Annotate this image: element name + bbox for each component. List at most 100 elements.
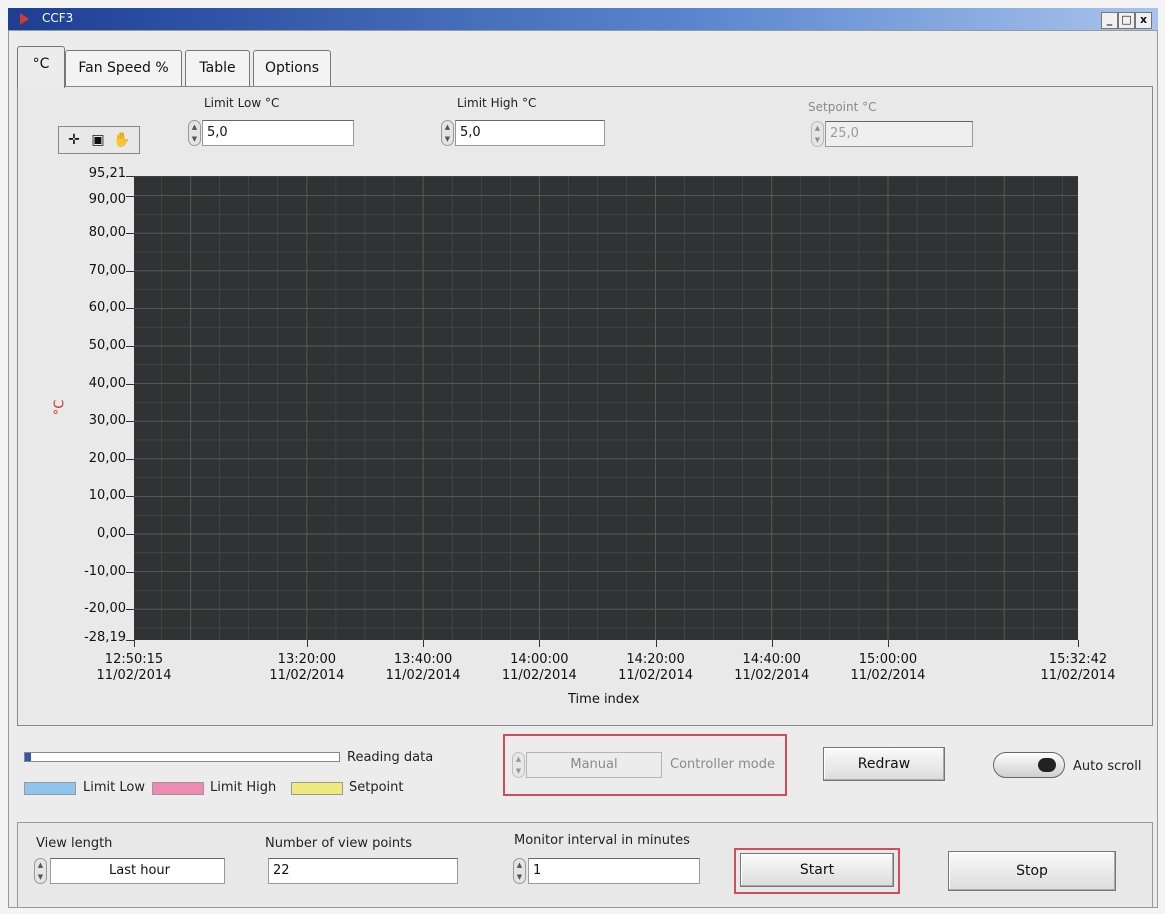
minimize-button[interactable]: _ [1101, 12, 1118, 29]
y-tick-mark [126, 383, 134, 385]
controller-mode-label: Controller mode [670, 757, 775, 772]
y-tick-label: 40,00 [88, 375, 126, 391]
view-length-select[interactable]: Last hour [50, 858, 225, 884]
redraw-button[interactable]: Redraw [823, 747, 945, 781]
y-tick-label: 20,00 [88, 450, 126, 466]
x-tick-label: 15:00:00 11/02/2014 [843, 652, 933, 684]
y-tick-mark [126, 195, 134, 197]
tab-table[interactable]: Table [185, 50, 250, 86]
x-tick-date: 11/02/2014 [385, 668, 461, 683]
window-title: CCF3 [42, 11, 74, 25]
x-tick-date: 11/02/2014 [269, 668, 345, 683]
x-tick-time: 12:50:15 [104, 652, 164, 667]
legend-setpoint-label: Setpoint [349, 780, 404, 795]
limit-high-input[interactable]: 5,0 [455, 120, 605, 146]
x-tick-mark [655, 640, 657, 647]
tab-options[interactable]: Options [253, 50, 331, 86]
x-tick-date: 11/02/2014 [501, 668, 577, 683]
x-tick-mark [423, 640, 425, 647]
monitor-interval-spinner[interactable]: ▲ ▼ [513, 858, 526, 884]
crosshair-icon[interactable]: ✛ [64, 130, 84, 150]
view-points-label: Number of view points [265, 836, 413, 851]
auto-scroll-label: Auto scroll [1073, 759, 1142, 774]
y-tick-mark [126, 571, 134, 573]
y-tick-label: 30,00 [88, 413, 126, 429]
y-tick-mark [126, 496, 134, 498]
progress-fill [25, 753, 32, 761]
legend-setpoint-swatch [291, 782, 343, 795]
y-tick-mark [126, 176, 134, 177]
x-tick-date: 11/02/2014 [850, 668, 926, 683]
zoom-icon[interactable]: ▣ [88, 130, 108, 150]
y-tick-mark [126, 609, 134, 611]
limit-low-label: Limit Low °C [204, 96, 280, 110]
view-points-input[interactable]: 22 [268, 858, 458, 884]
chart-grid [134, 176, 1078, 640]
setpoint-input[interactable]: 25,0 [825, 121, 973, 147]
tab-fan-speed[interactable]: Fan Speed % [65, 50, 182, 86]
maximize-button[interactable]: □ [1118, 12, 1135, 29]
y-tick-label: 0,00 [97, 526, 126, 541]
pan-hand-icon[interactable]: ✋ [112, 130, 132, 150]
monitor-interval-label: Monitor interval in minutes [514, 833, 690, 848]
y-tick-mark [126, 458, 134, 460]
x-tick-time: 14:40:00 [742, 652, 801, 667]
x-tick-date: 11/02/2014 [96, 668, 172, 683]
y-tick-mark [126, 640, 134, 641]
setpoint-label: Setpoint °C [808, 100, 877, 114]
app-icon [20, 13, 29, 25]
y-tick-label: -10,00 [84, 563, 126, 579]
y-tick-mark [126, 233, 134, 235]
view-length-spinner[interactable]: ▲ ▼ [34, 858, 47, 884]
x-tick-label: 12:50:15 11/02/2014 [89, 652, 179, 684]
y-tick-mark [126, 308, 134, 310]
chart-plot-area [134, 176, 1078, 640]
setpoint-spinner[interactable]: ▲ ▼ [811, 121, 824, 147]
reading-progress-bar [24, 752, 340, 762]
x-tick-mark [539, 640, 541, 647]
x-tick-mark [771, 640, 773, 647]
stop-button[interactable]: Stop [948, 851, 1116, 891]
y-tick-mark [126, 345, 134, 347]
x-tick-time: 15:32:42 [1048, 652, 1108, 667]
limit-low-input[interactable]: 5,0 [202, 120, 354, 146]
start-button[interactable]: Start [740, 853, 894, 887]
view-length-label: View length [36, 836, 113, 851]
y-tick-mark [126, 421, 134, 423]
y-tick-label: 70,00 [88, 262, 126, 278]
x-tick-time: 13:40:00 [393, 652, 453, 667]
controller-mode-select[interactable]: Manual [526, 752, 662, 778]
auto-scroll-toggle[interactable] [993, 752, 1065, 778]
limit-low-spinner[interactable]: ▲ ▼ [188, 120, 201, 146]
close-button[interactable]: x [1135, 12, 1152, 29]
y-tick-label: 10,00 [88, 488, 126, 504]
x-tick-mark [1078, 640, 1079, 647]
x-tick-label: 13:20:00 11/02/2014 [262, 652, 352, 684]
x-tick-label: 15:32:42 11/02/2014 [1033, 652, 1123, 684]
x-tick-label: 14:00:00 11/02/2014 [494, 652, 584, 684]
progress-label: Reading data [347, 750, 434, 765]
y-tick-label: 90,00 [88, 191, 126, 207]
graph-palette: ✛ ▣ ✋ [58, 126, 140, 154]
x-tick-label: 14:20:00 11/02/2014 [611, 652, 701, 684]
x-tick-label: 13:40:00 11/02/2014 [378, 652, 468, 684]
limit-high-label: Limit High °C [457, 96, 537, 110]
monitor-interval-input[interactable]: 1 [528, 858, 700, 884]
x-tick-time: 14:00:00 [510, 652, 569, 667]
tab-celsius[interactable]: °C [17, 46, 65, 88]
toggle-knob-icon [1038, 758, 1056, 772]
y-tick-label: 80,00 [88, 225, 126, 241]
y-tick-label: -28,19 [84, 630, 126, 645]
x-tick-mark [306, 640, 308, 647]
y-tick-label: 50,00 [88, 337, 126, 353]
limit-high-spinner[interactable]: ▲ ▼ [441, 120, 454, 146]
x-tick-date: 11/02/2014 [618, 668, 693, 683]
legend-limit-high-swatch [152, 782, 204, 795]
x-tick-time: 13:20:00 [277, 652, 337, 667]
x-axis-label: Time index [568, 692, 640, 707]
y-tick-mark [126, 534, 134, 535]
x-tick-date: 11/02/2014 [734, 668, 810, 683]
x-tick-mark [887, 640, 889, 647]
x-tick-date: 11/02/2014 [1040, 668, 1116, 683]
controller-mode-spinner[interactable]: ▲ ▼ [512, 752, 525, 778]
